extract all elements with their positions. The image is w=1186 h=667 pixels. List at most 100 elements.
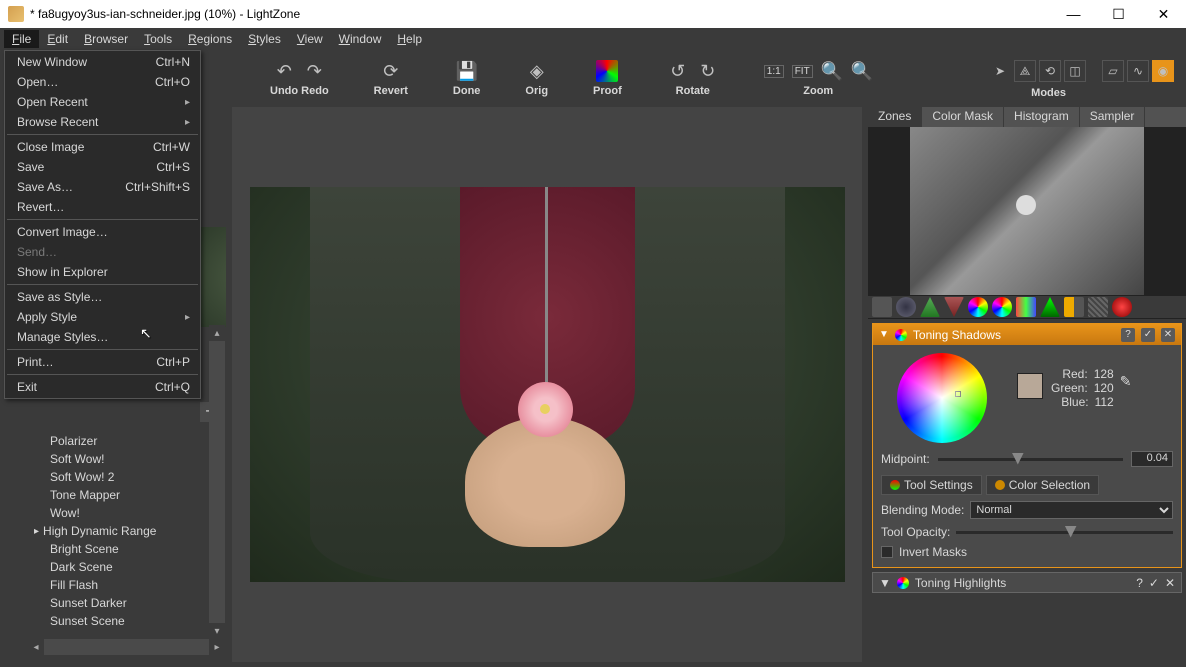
close-button[interactable]: ✕ (1141, 0, 1186, 28)
scroll-left-icon[interactable]: ◂ (28, 639, 44, 655)
color-swatch[interactable] (1017, 373, 1043, 399)
style-item[interactable]: Soft Wow! (28, 450, 219, 468)
tool-relight-icon[interactable] (896, 297, 916, 317)
undo-icon[interactable]: ↶ (273, 60, 295, 82)
region-mode-icon[interactable]: ◫ (1064, 60, 1086, 82)
zoom-11-button[interactable]: 1:1 (764, 65, 784, 78)
tool-zonemapper-icon[interactable] (872, 297, 892, 317)
scroll-up-icon[interactable]: ▴ (209, 325, 225, 341)
pointer-mode-icon[interactable]: ➤ (989, 60, 1011, 82)
tool-huesat-icon[interactable] (968, 297, 988, 317)
panel-header-shadows[interactable]: ▼ Toning Shadows ? ✓ ✕ (873, 324, 1181, 345)
toning-highlights-panel-header[interactable]: ▼ Toning Highlights ? ✓ ✕ (872, 572, 1182, 593)
menu-window[interactable]: Window (331, 30, 390, 48)
menu-item-browse-recent[interactable]: Browse Recent▸ (5, 112, 200, 132)
menu-tools[interactable]: Tools (136, 30, 180, 48)
menu-file[interactable]: File (4, 30, 39, 48)
menu-item-apply-style[interactable]: Apply Style▸ (5, 307, 200, 327)
menu-view[interactable]: View (289, 30, 331, 48)
menu-item-open-[interactable]: Open…Ctrl+O (5, 72, 200, 92)
blending-mode-select[interactable]: Normal (970, 501, 1173, 519)
style-item[interactable]: Sunset Scene (28, 612, 219, 630)
eyedropper-icon[interactable]: ✎ (1120, 373, 1132, 390)
zoom-out-icon[interactable]: 🔍 (851, 60, 873, 82)
disclosure-icon[interactable]: ▼ (879, 576, 891, 590)
style-item[interactable]: Dark Scene (28, 558, 219, 576)
enable-checkbox[interactable]: ✓ (1149, 576, 1159, 590)
color-selection-tab[interactable]: Color Selection (986, 475, 1099, 495)
menu-item-exit[interactable]: ExitCtrl+Q (5, 377, 200, 397)
menu-item-manage-styles-[interactable]: Manage Styles… (5, 327, 200, 347)
rotate-mode-icon[interactable]: ⟲ (1039, 60, 1061, 82)
menu-item-print-[interactable]: Print…Ctrl+P (5, 352, 200, 372)
scroll-right-icon[interactable]: ▸ (209, 639, 225, 655)
invert-masks-checkbox[interactable] (881, 546, 893, 558)
midpoint-value[interactable]: 0.04 (1131, 451, 1173, 467)
style-item[interactable]: Polarizer (28, 432, 219, 450)
style-item[interactable]: Wow! (28, 504, 219, 522)
style-item[interactable]: Bright Scene (28, 540, 219, 558)
menu-item-save-as-[interactable]: Save As…Ctrl+Shift+S (5, 177, 200, 197)
menu-regions[interactable]: Regions (180, 30, 240, 48)
tool-settings-tab[interactable]: Tool Settings (881, 475, 982, 495)
minimize-button[interactable]: — (1051, 0, 1096, 28)
sidebar-vscrollbar[interactable]: ▴ ▾ (209, 325, 225, 639)
menu-item-new-window[interactable]: New WindowCtrl+N (5, 52, 200, 72)
style-item[interactable]: Tone Mapper (28, 486, 219, 504)
rotate-left-icon[interactable]: ↺ (667, 60, 689, 82)
toolbar-proof[interactable]: Proof (593, 60, 622, 97)
curve-mode-icon[interactable]: ∿ (1127, 60, 1149, 82)
toolbar-done[interactable]: 💾 Done (453, 60, 481, 97)
tool-redeye-icon[interactable] (1112, 297, 1132, 317)
close-panel-icon[interactable]: ✕ (1161, 328, 1175, 342)
zoom-fit-button[interactable]: FIT (792, 65, 813, 78)
help-icon[interactable]: ? (1136, 576, 1143, 590)
tool-blur-icon[interactable] (944, 297, 964, 317)
scroll-down-icon[interactable]: ▾ (209, 623, 225, 639)
rotate-right-icon[interactable]: ↻ (697, 60, 719, 82)
menu-help[interactable]: Help (389, 30, 430, 48)
drop-mode-icon[interactable]: ◉ (1152, 60, 1174, 82)
tab-histogram[interactable]: Histogram (1004, 107, 1080, 127)
maximize-button[interactable]: ☐ (1096, 0, 1141, 28)
sidebar-hscrollbar[interactable]: ◂ ▸ (28, 639, 225, 655)
tool-noise-icon[interactable] (1064, 297, 1084, 317)
tool-bw-icon[interactable] (1040, 297, 1060, 317)
menu-item-show-in-explorer[interactable]: Show in Explorer (5, 262, 200, 282)
disclosure-icon[interactable]: ▼ (879, 329, 889, 340)
menu-edit[interactable]: Edit (39, 30, 76, 48)
tab-sampler[interactable]: Sampler (1080, 107, 1146, 127)
enable-checkbox[interactable]: ✓ (1141, 328, 1155, 342)
toolbar-orig[interactable]: ◈ Orig (525, 60, 548, 97)
style-group-header[interactable]: High Dynamic Range (28, 522, 219, 540)
redo-icon[interactable]: ↷ (303, 60, 325, 82)
image-canvas[interactable] (232, 107, 862, 662)
menu-item-save-as-style-[interactable]: Save as Style… (5, 287, 200, 307)
tab-zones[interactable]: Zones (868, 107, 922, 127)
style-item[interactable]: Fill Flash (28, 576, 219, 594)
color-wheel[interactable] (897, 353, 987, 443)
style-item[interactable]: Soft Wow! 2 (28, 468, 219, 486)
menu-item-revert-[interactable]: Revert… (5, 197, 200, 217)
menu-styles[interactable]: Styles (240, 30, 289, 48)
zones-preview[interactable] (868, 127, 1186, 295)
toolbar-revert[interactable]: ⟳ Revert (374, 60, 408, 97)
tool-colorbalance-icon[interactable] (992, 297, 1012, 317)
tab-color-mask[interactable]: Color Mask (922, 107, 1004, 127)
zoom-in-icon[interactable]: 🔍 (821, 60, 843, 82)
tool-whitebalance-icon[interactable] (1016, 297, 1036, 317)
crop-mode-icon[interactable]: ⟁ (1014, 60, 1036, 82)
style-item[interactable]: Sunset Darker (28, 594, 219, 612)
tool-clone-icon[interactable] (1088, 297, 1108, 317)
menu-item-convert-image-[interactable]: Convert Image… (5, 222, 200, 242)
menu-item-close-image[interactable]: Close ImageCtrl+W (5, 137, 200, 157)
midpoint-slider[interactable] (938, 458, 1123, 461)
opacity-slider[interactable] (956, 531, 1173, 534)
polygon-mode-icon[interactable]: ▱ (1102, 60, 1124, 82)
close-panel-icon[interactable]: ✕ (1165, 576, 1175, 590)
help-icon[interactable]: ? (1121, 328, 1135, 342)
menu-item-save[interactable]: SaveCtrl+S (5, 157, 200, 177)
tool-sharpen-icon[interactable] (920, 297, 940, 317)
menu-browser[interactable]: Browser (76, 30, 136, 48)
menu-item-open-recent[interactable]: Open Recent▸ (5, 92, 200, 112)
